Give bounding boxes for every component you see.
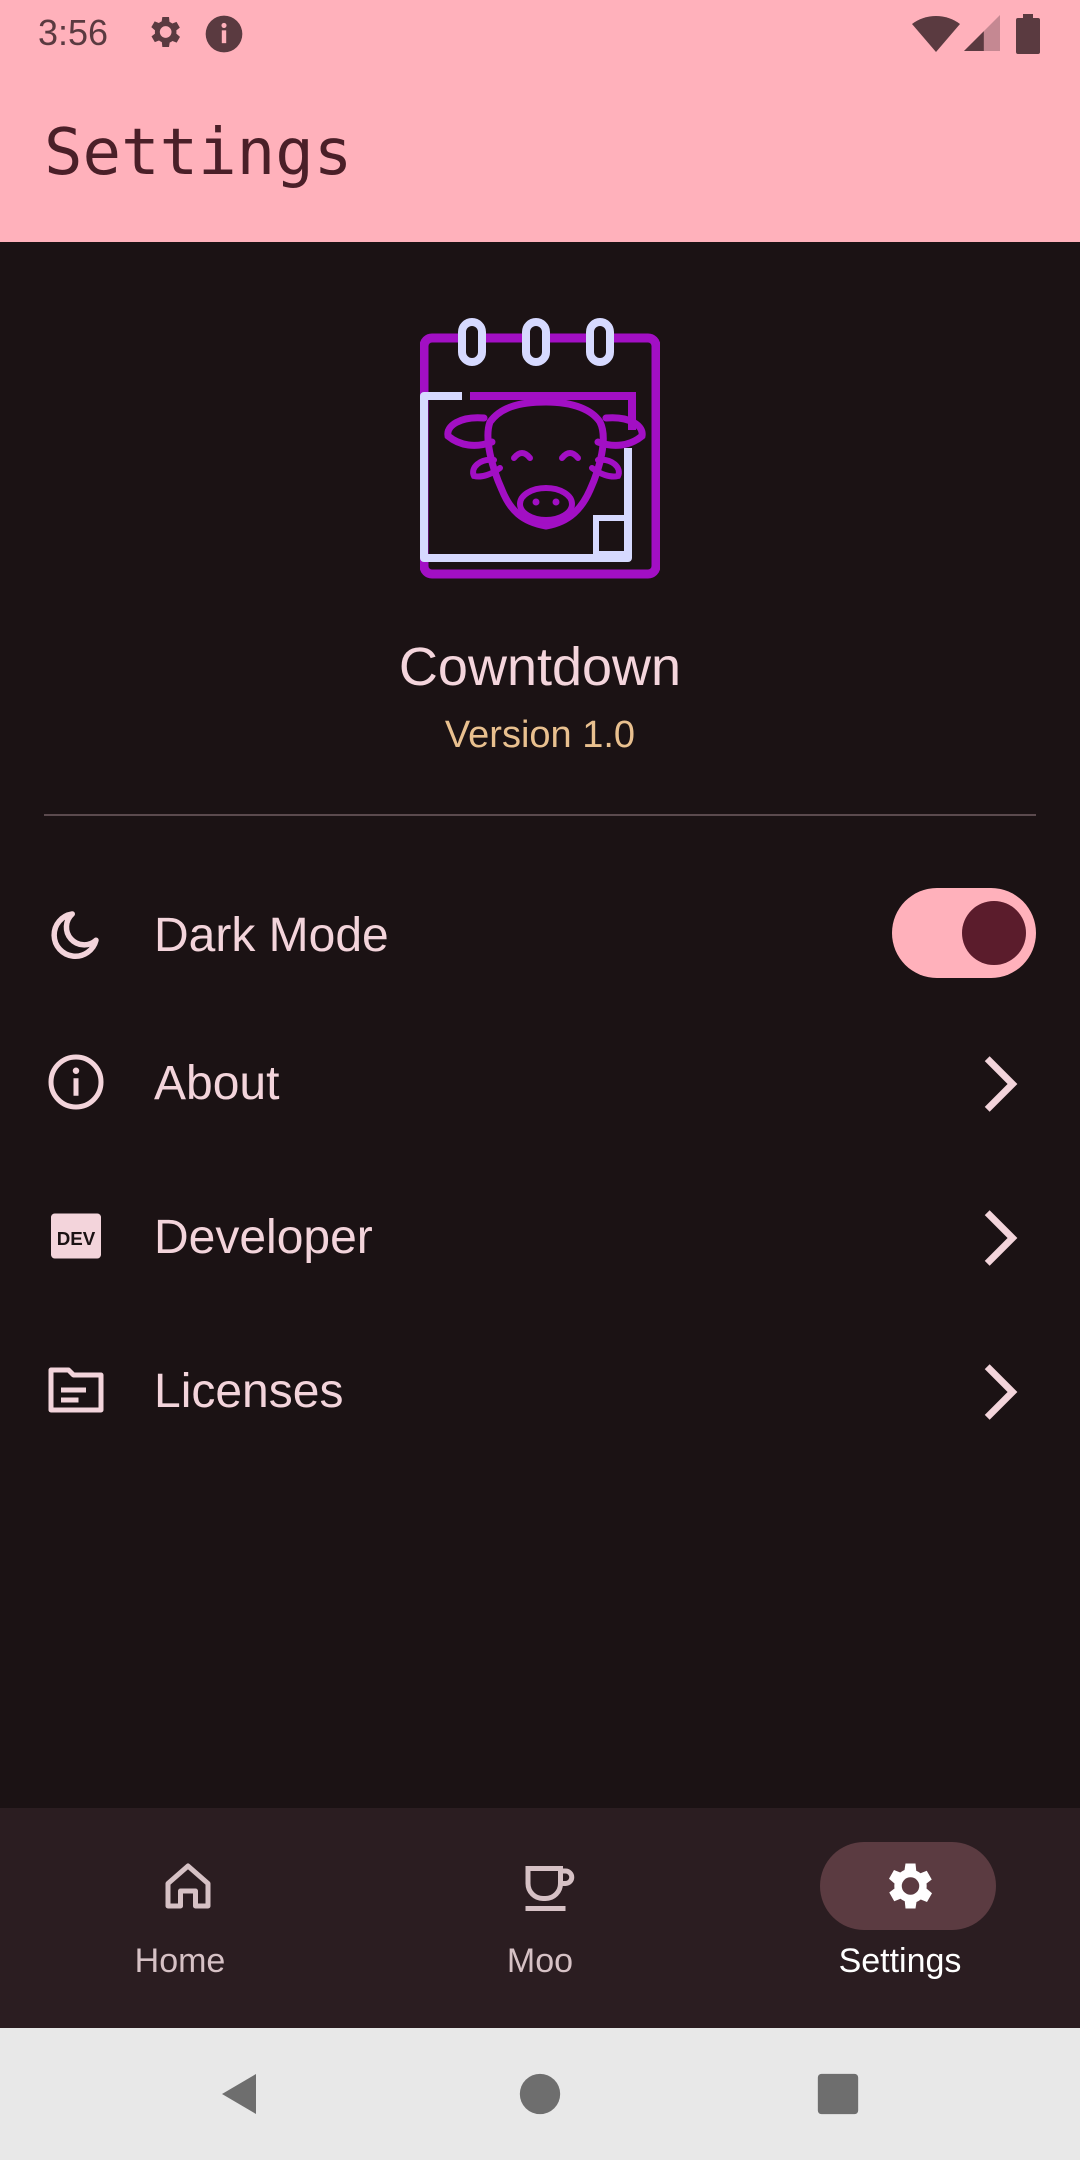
battery-icon	[1016, 14, 1040, 54]
nav-item-home[interactable]: Home	[0, 1808, 360, 2028]
app-name: Cowntdown	[398, 637, 682, 697]
toggle-knob	[962, 901, 1026, 965]
status-time: 3:56	[38, 12, 109, 53]
page-title: Settings	[44, 116, 353, 190]
home-circle-icon[interactable]	[518, 2072, 562, 2116]
info-icon	[48, 1054, 104, 1110]
recents-icon[interactable]	[816, 2072, 860, 2116]
app-version: Version 1.0	[444, 714, 636, 756]
moon-icon	[51, 911, 99, 959]
chevron-right-icon	[984, 1210, 1018, 1266]
dark-mode-toggle[interactable]	[892, 888, 1036, 978]
nav-label: Home	[134, 1942, 226, 1980]
gear-icon	[889, 1863, 932, 1909]
wifi-icon	[912, 16, 960, 52]
svg-text:DEV: DEV	[57, 1228, 96, 1249]
divider	[44, 814, 1036, 816]
setting-developer[interactable]: DEV Developer	[0, 1166, 1080, 1306]
gear-icon	[151, 17, 180, 47]
home-icon	[165, 1863, 211, 1909]
nav-item-moo[interactable]: Moo	[360, 1808, 720, 2028]
cow-calendar-logo	[420, 318, 660, 579]
chevron-right-icon	[984, 1056, 1018, 1112]
document-icon	[48, 1367, 104, 1413]
bottom-navigation: Home Moo Settings	[0, 1808, 1080, 2028]
cup-icon	[525, 1866, 575, 1911]
setting-label: Licenses	[154, 1365, 344, 1418]
signal-icon	[964, 15, 1000, 51]
nav-label: Moo	[506, 1942, 574, 1980]
nav-item-settings[interactable]: Settings	[720, 1808, 1080, 2028]
status-bar: 3:56	[0, 0, 1080, 68]
setting-licenses[interactable]: Licenses	[0, 1320, 1080, 1460]
setting-about[interactable]: About	[0, 1012, 1080, 1152]
setting-label: Dark Mode	[154, 909, 389, 962]
app-bar: Settings	[0, 68, 1080, 242]
dev-icon: DEV	[51, 1213, 101, 1259]
info-icon	[205, 15, 243, 53]
system-navigation-bar	[0, 2028, 1080, 2160]
nav-label: Settings	[838, 1942, 962, 1980]
chevron-right-icon	[984, 1364, 1018, 1420]
setting-label: About	[154, 1057, 280, 1110]
back-icon[interactable]	[216, 2070, 264, 2118]
setting-label: Developer	[154, 1211, 373, 1264]
